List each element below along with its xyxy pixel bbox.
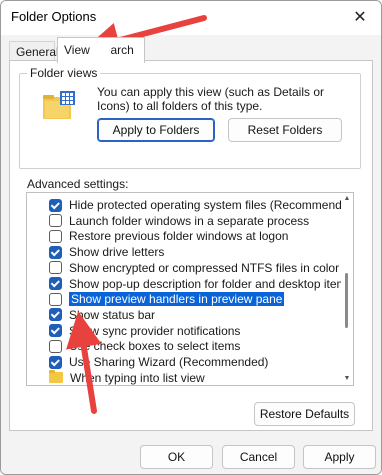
tab-search-text[interactable]: Search [110,43,134,57]
advanced-setting-label: Show status bar [69,307,156,322]
list-scrollbar[interactable]: ▲ ▼ [341,193,353,385]
checkbox-unchecked[interactable] [49,261,62,275]
restore-defaults-button[interactable]: Restore Defaults [254,402,355,426]
advanced-settings-label: Advanced settings: [27,177,129,191]
advanced-setting-row[interactable]: Use Sharing Wizard (Recommended) [49,354,268,370]
advanced-setting-row[interactable]: When typing into list view [49,370,205,385]
advanced-setting-row[interactable]: Show encrypted or compressed NTFS files … [49,260,339,276]
advanced-setting-label: Hide protected operating system files (R… [69,198,354,212]
advanced-setting-row[interactable]: Show status bar [49,307,155,323]
checkbox-checked[interactable] [49,308,62,322]
advanced-setting-row[interactable]: Launch folder windows in a separate proc… [49,213,309,229]
folder-options-dialog: Folder Options ✕ General General ViewSea… [0,0,382,475]
checkbox-unchecked[interactable] [49,229,62,243]
folder-views-legend: Folder views [27,66,101,80]
advanced-setting-label: Restore previous folder windows at logon [69,229,289,244]
advanced-setting-label: Show pop-up description for folder and d… [69,276,353,291]
cancel-button[interactable]: Cancel [222,445,295,469]
advanced-settings-list[interactable]: Hide protected operating system files (R… [26,192,354,386]
title-bar: Folder Options ✕ [1,1,381,35]
advanced-setting-label: When typing into list view [70,370,205,385]
checkbox-checked[interactable] [49,355,62,369]
checkbox-unchecked[interactable] [49,339,62,353]
scroll-up-icon[interactable]: ▲ [343,195,351,203]
scroll-down-icon[interactable]: ▼ [343,375,351,383]
checkbox-unchecked[interactable] [49,214,62,228]
advanced-setting-label: Launch folder windows in a separate proc… [69,213,310,228]
advanced-setting-label: Show preview handlers in preview pane [67,291,286,308]
reset-folders-button[interactable]: Reset Folders [228,118,342,142]
folder-icon [49,370,63,384]
apply-button[interactable]: Apply [303,445,376,469]
checkbox-checked[interactable] [49,245,62,259]
advanced-setting-label: Use Sharing Wizard (Recommended) [69,355,269,369]
advanced-setting-label: Use check boxes to select items [69,339,241,354]
window-title: Folder Options [11,9,97,24]
advanced-setting-row[interactable]: Hide protected operating system files (R… [49,197,354,213]
advanced-setting-row[interactable]: Show sync provider notifications [49,323,240,339]
advanced-setting-row[interactable]: Restore previous folder windows at logon [49,228,288,244]
checkbox-unchecked[interactable] [49,292,62,306]
advanced-setting-row[interactable]: Show pop-up description for folder and d… [49,276,353,292]
folder-view-icon [43,91,75,119]
advanced-setting-row[interactable]: Show preview handlers in preview pane [49,291,286,308]
close-icon[interactable]: ✕ [347,6,373,28]
advanced-setting-label: Show drive letters [69,245,165,260]
checkbox-checked[interactable] [49,277,62,290]
tab-view[interactable]: General ViewSearch [57,37,145,63]
checkbox-checked[interactable] [49,324,62,338]
advanced-setting-row[interactable]: Use check boxes to select items [49,338,240,354]
ok-button[interactable]: OK [140,445,213,469]
advanced-setting-label: Show encrypted or compressed NTFS files … [69,260,340,275]
scroll-thumb[interactable] [345,273,348,328]
folder-views-description: You can apply this view (such as Details… [97,85,325,113]
checkbox-checked[interactable] [49,198,62,212]
apply-to-folders-button[interactable]: Apply to Folders [97,118,215,142]
tab-strip: General General ViewSearch [1,35,381,63]
advanced-setting-row[interactable]: Show drive letters [49,244,164,260]
tab-view-text: View [64,43,90,57]
advanced-setting-label: Show sync provider notifications [69,323,241,338]
